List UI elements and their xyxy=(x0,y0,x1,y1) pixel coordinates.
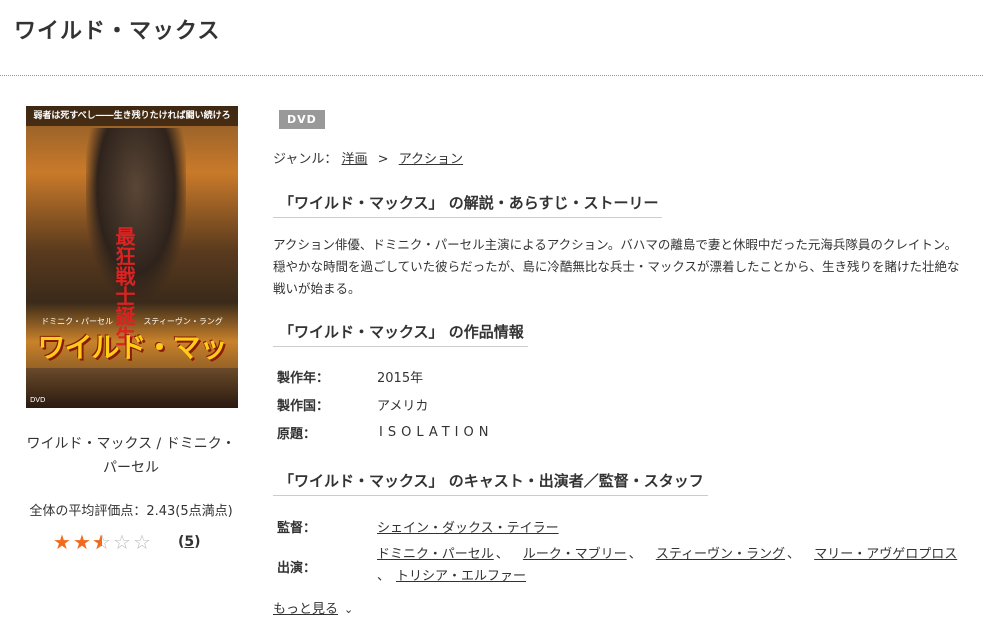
original-title-value: ISOLATION xyxy=(379,424,494,440)
genre-link-yoga[interactable]: 洋画 xyxy=(342,152,368,167)
genre-link-action[interactable]: アクション xyxy=(399,152,463,167)
rating-row: ★ ★ ☆ ☆ ☆ (5) xyxy=(52,532,201,552)
cast-link[interactable]: ドミニク・パーセル xyxy=(377,547,494,562)
director-row: 監督： シェイン・ダックス・テイラー xyxy=(277,512,967,540)
staff-table: 監督： シェイン・ダックス・テイラー 出演： ドミニク・パーセル、 ルーク・マブ… xyxy=(277,512,967,588)
original-title-key: 原題： xyxy=(277,426,317,442)
average-rating-text: 全体の平均評価点：2.43(5点満点) xyxy=(29,504,233,519)
country-value: アメリカ xyxy=(377,398,429,414)
cast-heading: 「ワイルド・マックス」 のキャスト・出演者／監督・スタッフ xyxy=(273,470,708,496)
year-key: 製作年： xyxy=(277,370,330,386)
chevron-down-icon: ⌄ xyxy=(344,603,354,616)
star-empty-icon: ☆ xyxy=(133,530,151,554)
synopsis-text: アクション俳優、ドミニク・パーセル主演によるアクション。バハマの離島で妻と休暇中… xyxy=(273,237,960,296)
dvd-badge: DVD xyxy=(279,110,325,129)
genre-breadcrumb: ジャンル： 洋画 > アクション xyxy=(273,148,463,167)
cast-key: 出演： xyxy=(277,560,317,576)
poster-image[interactable]: 弱者は死すべし――生き残りたければ闘い続けろ 最狂戦士誕生 ドミニク・パーセル … xyxy=(26,106,238,408)
star-full-icon: ★ xyxy=(53,530,71,554)
info-heading: 「ワイルド・マックス」 の作品情報 xyxy=(273,321,528,347)
more-link[interactable]: もっと見る ⌄ xyxy=(273,598,353,617)
info-row-year: 製作年： 2015年 xyxy=(277,362,967,390)
caption-line-1: ワイルド・マックス / ドミニク・ xyxy=(26,436,236,452)
info-table: 製作年： 2015年 製作国： アメリカ 原題： ISOLATION xyxy=(277,362,967,446)
cast-link[interactable]: マリー・アヴゲロプロス xyxy=(814,547,957,562)
poster-figure xyxy=(86,128,186,298)
star-half-icon: ☆ xyxy=(92,532,112,552)
info-row-original-title: 原題： ISOLATION xyxy=(277,418,967,446)
director-link[interactable]: シェイン・ダックス・テイラー xyxy=(377,517,559,536)
cast-row: 出演： ドミニク・パーセル、 ルーク・マブリー、 スティーヴン・ラング、 マリー… xyxy=(277,544,967,588)
cast-link[interactable]: ルーク・マブリー xyxy=(523,547,627,562)
genre-label: ジャンル： xyxy=(273,152,338,167)
year-value: 2015年 xyxy=(377,370,424,386)
review-count: (5) xyxy=(178,534,201,550)
country-key: 製作国： xyxy=(277,398,330,414)
cast-link[interactable]: スティーヴン・ラング xyxy=(656,547,785,562)
poster-vehicles xyxy=(26,368,238,408)
poster-dvd-mark: DVD xyxy=(30,396,46,404)
star-empty-icon: ☆ xyxy=(113,530,131,554)
info-row-country: 製作国： アメリカ xyxy=(277,390,967,418)
review-count-link[interactable]: 5 xyxy=(184,534,194,550)
poster-tagline-top: 弱者は死すべし――生き残りたければ闘い続けろ xyxy=(26,106,238,126)
page-title: ワイルド・マックス xyxy=(14,19,221,44)
title-bar: ワイルド・マックス xyxy=(0,0,983,76)
director-key: 監督： xyxy=(277,520,317,536)
cast-link[interactable]: トリシア・エルファー xyxy=(396,569,526,584)
story-heading: 「ワイルド・マックス」 の解説・あらすじ・ストーリー xyxy=(273,192,663,218)
genre-separator: > xyxy=(377,152,389,167)
star-full-icon: ★ xyxy=(73,530,91,554)
caption-line-2: パーセル xyxy=(103,460,159,476)
cast-list: ドミニク・パーセル、 ルーク・マブリー、 スティーヴン・ラング、 マリー・アヴゲ… xyxy=(377,547,958,584)
item-caption: ワイルド・マックス / ドミニク・ パーセル xyxy=(0,432,262,480)
